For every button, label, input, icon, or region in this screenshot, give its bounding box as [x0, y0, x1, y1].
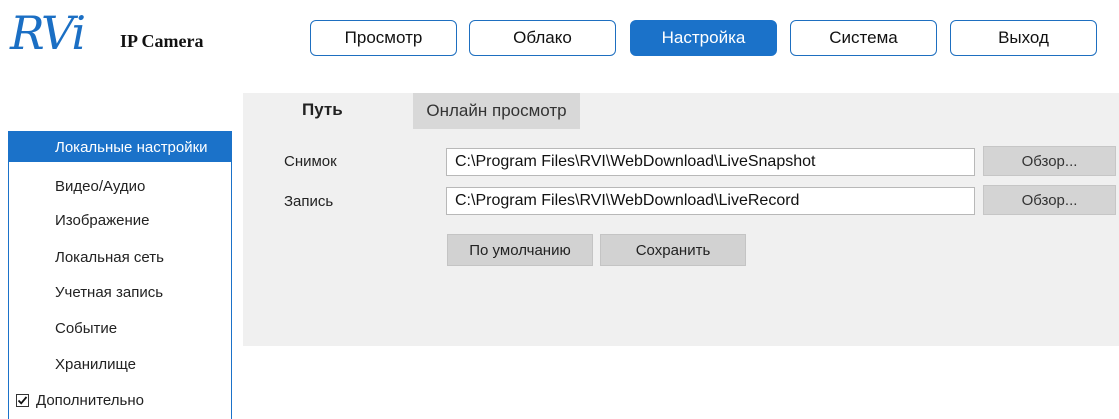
- logo: RVi IP Camera: [8, 6, 248, 66]
- content-panel: [243, 93, 1119, 346]
- sidebar-item-local-network[interactable]: Локальная сеть: [9, 242, 231, 272]
- sidebar-item-event[interactable]: Событие: [9, 313, 231, 343]
- sidebar: Локальные настройки Видео/Аудио Изображе…: [8, 131, 232, 419]
- nav-exit-button[interactable]: Выход: [950, 20, 1097, 56]
- logo-subtitle: IP Camera: [120, 31, 204, 51]
- sidebar-item-storage[interactable]: Хранилище: [9, 349, 231, 379]
- sidebar-item-label: Локальные настройки: [55, 138, 208, 156]
- sidebar-item-account[interactable]: Учетная запись: [9, 277, 231, 307]
- save-button[interactable]: Сохранить: [600, 234, 746, 266]
- logo-brand: RVi: [10, 6, 86, 60]
- record-path-field[interactable]: [446, 187, 975, 215]
- sidebar-item-image[interactable]: Изображение: [9, 205, 231, 235]
- nav-cloud-button[interactable]: Облако: [469, 20, 616, 56]
- checkmark-icon: [17, 395, 28, 405]
- sidebar-item-label: Локальная сеть: [55, 248, 164, 266]
- sidebar-item-local-settings[interactable]: Локальные настройки: [9, 132, 231, 162]
- sidebar-item-label: Хранилище: [55, 355, 136, 373]
- nav-system-button[interactable]: Система: [790, 20, 937, 56]
- sidebar-item-video-audio[interactable]: Видео/Аудио: [9, 171, 231, 201]
- sidebar-item-label: Дополнительно: [36, 391, 144, 409]
- tab-live-view[interactable]: Онлайн просмотр: [413, 93, 580, 129]
- record-browse-button[interactable]: Обзор...: [983, 185, 1116, 215]
- snapshot-label: Снимок: [284, 153, 337, 170]
- sidebar-item-advanced[interactable]: Дополнительно: [9, 385, 231, 415]
- sidebar-item-label: Событие: [55, 319, 118, 337]
- record-label: Запись: [284, 193, 334, 210]
- advanced-checkbox[interactable]: [16, 393, 29, 407]
- nav-settings-button[interactable]: Настройка: [630, 20, 777, 56]
- nav-view-button[interactable]: Просмотр: [310, 20, 457, 56]
- sidebar-item-label: Изображение: [55, 211, 150, 229]
- sidebar-item-label: Видео/Аудио: [55, 177, 146, 195]
- default-button[interactable]: По умолчанию: [447, 234, 593, 266]
- sidebar-item-label: Учетная запись: [55, 283, 164, 301]
- snapshot-path-field[interactable]: [446, 148, 975, 176]
- snapshot-browse-button[interactable]: Обзор...: [983, 146, 1116, 176]
- tab-path[interactable]: Путь: [302, 100, 343, 120]
